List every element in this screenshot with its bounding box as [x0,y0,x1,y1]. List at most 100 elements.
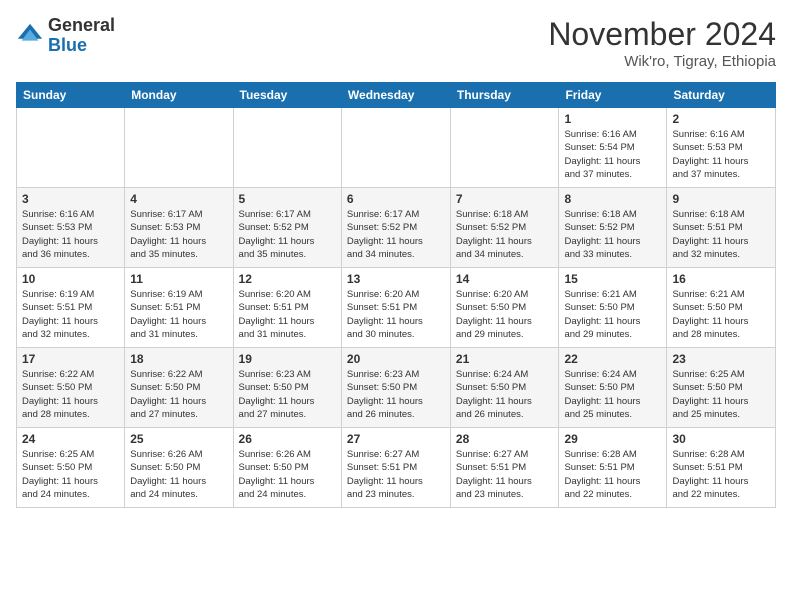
day-info: Sunrise: 6:20 AM Sunset: 5:50 PM Dayligh… [456,288,554,341]
calendar-cell: 17 Sunrise: 6:22 AM Sunset: 5:50 PM Dayli… [17,348,125,428]
day-number: 7 [456,192,554,206]
day-info: Sunrise: 6:20 AM Sunset: 5:51 PM Dayligh… [239,288,336,341]
day-info: Sunrise: 6:27 AM Sunset: 5:51 PM Dayligh… [347,448,445,501]
calendar-cell: 10Sunrise: 6:19 AM Sunset: 5:51 PM Dayli… [17,268,125,348]
day-number: 14 [456,272,554,286]
day-info: Sunrise: 6:20 AM Sunset: 5:51 PM Dayligh… [347,288,445,341]
day-number: 25 [130,432,227,446]
weekday-header: Wednesday [341,83,450,108]
calendar-week-row: 3 Sunrise: 6:16 AM Sunset: 5:53 PM Daylig… [17,188,776,268]
day-info: Sunrise: 6:26 AM Sunset: 5:50 PM Dayligh… [130,448,227,501]
calendar-cell: 21 Sunrise: 6:24 AM Sunset: 5:50 PM Dayli… [450,348,559,428]
calendar-cell: 14 Sunrise: 6:20 AM Sunset: 5:50 PM Dayli… [450,268,559,348]
calendar-cell: 23Sunrise: 6:25 AM Sunset: 5:50 PM Dayli… [667,348,776,428]
calendar-cell: 18 Sunrise: 6:22 AM Sunset: 5:50 PM Dayli… [125,348,233,428]
calendar-week-row: 24Sunrise: 6:25 AM Sunset: 5:50 PM Dayli… [17,428,776,508]
calendar-cell [450,108,559,188]
day-info: Sunrise: 6:17 AM Sunset: 5:52 PM Dayligh… [239,208,336,261]
day-number: 21 [456,352,554,366]
day-number: 29 [564,432,661,446]
day-info: Sunrise: 6:23 AM Sunset: 5:50 PM Dayligh… [347,368,445,421]
day-info: Sunrise: 6:22 AM Sunset: 5:50 PM Dayligh… [130,368,227,421]
weekday-header: Saturday [667,83,776,108]
calendar-cell: 13 Sunrise: 6:20 AM Sunset: 5:51 PM Dayli… [341,268,450,348]
calendar-table: SundayMondayTuesdayWednesdayThursdayFrid… [16,82,776,508]
day-number: 11 [130,272,227,286]
day-number: 30 [672,432,770,446]
calendar-cell: 7 Sunrise: 6:18 AM Sunset: 5:52 PM Daylig… [450,188,559,268]
day-info: Sunrise: 6:18 AM Sunset: 5:52 PM Dayligh… [456,208,554,261]
day-info: Sunrise: 6:16 AM Sunset: 5:53 PM Dayligh… [22,208,119,261]
calendar-cell: 20 Sunrise: 6:23 AM Sunset: 5:50 PM Dayli… [341,348,450,428]
calendar-cell: 25 Sunrise: 6:26 AM Sunset: 5:50 PM Dayli… [125,428,233,508]
day-number: 5 [239,192,336,206]
day-info: Sunrise: 6:17 AM Sunset: 5:52 PM Dayligh… [347,208,445,261]
logo-general: General [48,16,115,36]
title-block: November 2024 Wik'ro, Tigray, Ethiopia [548,16,776,70]
day-number: 27 [347,432,445,446]
day-info: Sunrise: 6:23 AM Sunset: 5:50 PM Dayligh… [239,368,336,421]
day-number: 22 [564,352,661,366]
day-info: Sunrise: 6:17 AM Sunset: 5:53 PM Dayligh… [130,208,227,261]
day-number: 17 [22,352,119,366]
logo-blue: Blue [48,36,115,56]
day-number: 18 [130,352,227,366]
calendar-cell: 4Sunrise: 6:17 AM Sunset: 5:53 PM Daylig… [125,188,233,268]
calendar-cell: 6 Sunrise: 6:17 AM Sunset: 5:52 PM Daylig… [341,188,450,268]
logo: General Blue [16,16,115,56]
calendar-cell: 8Sunrise: 6:18 AM Sunset: 5:52 PM Daylig… [559,188,667,268]
day-number: 19 [239,352,336,366]
calendar-cell: 22Sunrise: 6:24 AM Sunset: 5:50 PM Dayli… [559,348,667,428]
day-info: Sunrise: 6:28 AM Sunset: 5:51 PM Dayligh… [672,448,770,501]
day-number: 10 [22,272,119,286]
day-number: 12 [239,272,336,286]
day-info: Sunrise: 6:19 AM Sunset: 5:51 PM Dayligh… [130,288,227,341]
weekday-header: Sunday [17,83,125,108]
day-number: 15 [564,272,661,286]
calendar-cell: 11 Sunrise: 6:19 AM Sunset: 5:51 PM Dayli… [125,268,233,348]
calendar-week-row: 1Sunrise: 6:16 AM Sunset: 5:54 PM Daylig… [17,108,776,188]
calendar-cell: 30 Sunrise: 6:28 AM Sunset: 5:51 PM Dayli… [667,428,776,508]
weekday-header: Tuesday [233,83,341,108]
calendar-cell: 2Sunrise: 6:16 AM Sunset: 5:53 PM Daylig… [667,108,776,188]
calendar-header-row: SundayMondayTuesdayWednesdayThursdayFrid… [17,83,776,108]
calendar-cell: 1Sunrise: 6:16 AM Sunset: 5:54 PM Daylig… [559,108,667,188]
day-number: 26 [239,432,336,446]
day-info: Sunrise: 6:21 AM Sunset: 5:50 PM Dayligh… [672,288,770,341]
month-title: November 2024 [548,16,776,53]
calendar-cell [233,108,341,188]
day-info: Sunrise: 6:21 AM Sunset: 5:50 PM Dayligh… [564,288,661,341]
day-info: Sunrise: 6:28 AM Sunset: 5:51 PM Dayligh… [564,448,661,501]
calendar-cell: 3 Sunrise: 6:16 AM Sunset: 5:53 PM Daylig… [17,188,125,268]
calendar-cell: 19 Sunrise: 6:23 AM Sunset: 5:50 PM Dayli… [233,348,341,428]
day-info: Sunrise: 6:22 AM Sunset: 5:50 PM Dayligh… [22,368,119,421]
calendar-cell: 24Sunrise: 6:25 AM Sunset: 5:50 PM Dayli… [17,428,125,508]
day-info: Sunrise: 6:16 AM Sunset: 5:53 PM Dayligh… [672,128,770,181]
day-info: Sunrise: 6:27 AM Sunset: 5:51 PM Dayligh… [456,448,554,501]
weekday-header: Thursday [450,83,559,108]
calendar-cell [125,108,233,188]
calendar-cell: 9Sunrise: 6:18 AM Sunset: 5:51 PM Daylig… [667,188,776,268]
logo-text: General Blue [48,16,115,56]
day-info: Sunrise: 6:16 AM Sunset: 5:54 PM Dayligh… [564,128,661,181]
day-number: 6 [347,192,445,206]
day-number: 16 [672,272,770,286]
calendar-cell: 29 Sunrise: 6:28 AM Sunset: 5:51 PM Dayli… [559,428,667,508]
calendar-cell: 27 Sunrise: 6:27 AM Sunset: 5:51 PM Dayli… [341,428,450,508]
logo-icon [16,22,44,50]
weekday-header: Friday [559,83,667,108]
day-number: 20 [347,352,445,366]
calendar-cell: 12 Sunrise: 6:20 AM Sunset: 5:51 PM Dayli… [233,268,341,348]
day-number: 28 [456,432,554,446]
calendar-cell: 5 Sunrise: 6:17 AM Sunset: 5:52 PM Daylig… [233,188,341,268]
calendar-week-row: 17 Sunrise: 6:22 AM Sunset: 5:50 PM Dayli… [17,348,776,428]
calendar-cell: 26 Sunrise: 6:26 AM Sunset: 5:50 PM Dayli… [233,428,341,508]
day-info: Sunrise: 6:18 AM Sunset: 5:51 PM Dayligh… [672,208,770,261]
day-info: Sunrise: 6:25 AM Sunset: 5:50 PM Dayligh… [672,368,770,421]
calendar-cell: 28 Sunrise: 6:27 AM Sunset: 5:51 PM Dayli… [450,428,559,508]
day-number: 3 [22,192,119,206]
day-number: 13 [347,272,445,286]
day-info: Sunrise: 6:24 AM Sunset: 5:50 PM Dayligh… [456,368,554,421]
day-info: Sunrise: 6:26 AM Sunset: 5:50 PM Dayligh… [239,448,336,501]
location-title: Wik'ro, Tigray, Ethiopia [548,53,776,70]
